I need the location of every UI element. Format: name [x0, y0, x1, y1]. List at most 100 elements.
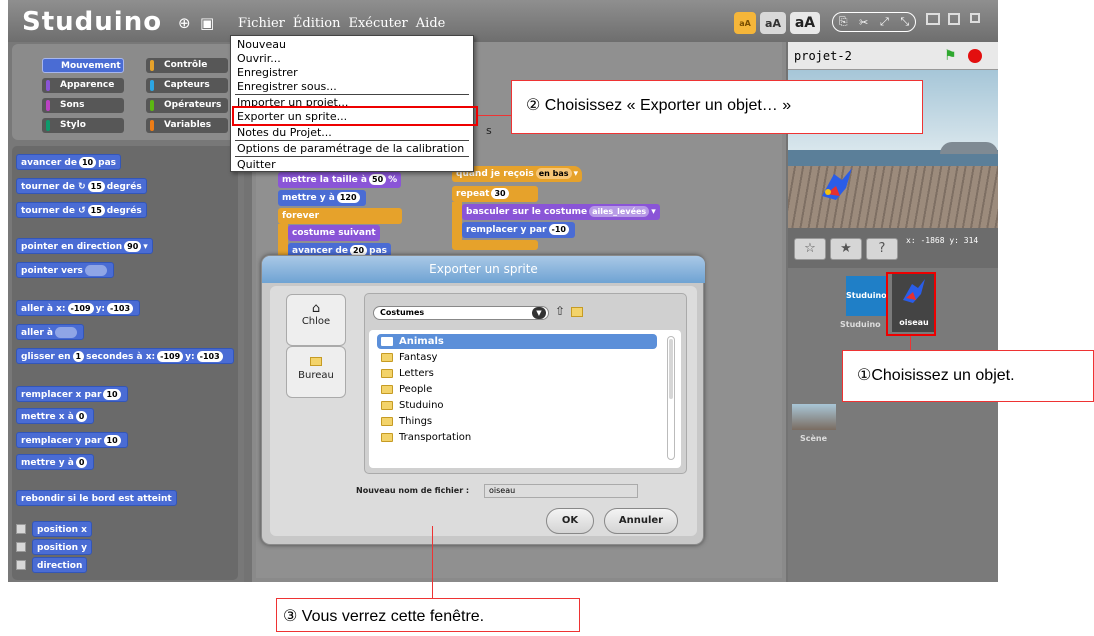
cancel-button[interactable]: Annuler	[604, 508, 678, 534]
category-apparence[interactable]: Apparence	[42, 78, 124, 93]
block-aller-xy[interactable]: aller à x: -109 y: -103	[16, 300, 141, 316]
medium-text-button[interactable]: aA	[760, 12, 786, 34]
block-aller-a[interactable]: aller à	[16, 324, 84, 340]
block-pointer-vers[interactable]: pointer vers	[16, 262, 114, 278]
save-icon[interactable]: ▣	[200, 14, 214, 32]
green-flag-icon[interactable]: ⚑	[944, 48, 957, 64]
view-full-icon[interactable]	[926, 13, 940, 25]
folder-icon	[381, 337, 393, 346]
menu-edition[interactable]: Édition	[293, 16, 341, 31]
list-scrollbar[interactable]	[667, 336, 675, 460]
small-text-button[interactable]: aA	[734, 12, 756, 34]
checkbox-position-y[interactable]	[16, 542, 26, 552]
block-remplacer-x[interactable]: remplacer x par 10	[16, 386, 128, 402]
stop-icon[interactable]	[968, 49, 982, 63]
callout-line-3	[432, 526, 433, 598]
home-icon: ⌂	[311, 301, 321, 316]
menu-item-quitter[interactable]: Quitter	[237, 158, 276, 171]
category-controle[interactable]: Contrôle	[146, 58, 228, 73]
block-remplacer-y[interactable]: remplacer y par 10	[16, 432, 128, 448]
folder-item[interactable]: Letters	[377, 366, 657, 381]
random-sprite-icon[interactable]: ?	[866, 238, 898, 260]
menu-aide[interactable]: Aide	[416, 16, 446, 31]
checkbox-direction[interactable]	[16, 560, 26, 570]
script-block-remplacer-y[interactable]: remplacer y par -10	[462, 222, 575, 238]
menu-item-enregistrer-sous[interactable]: Enregistrer sous...	[237, 80, 337, 93]
menu-executer[interactable]: Exécuter	[348, 16, 407, 31]
shortcut-home[interactable]: ⌂ Chloe	[286, 294, 346, 346]
menu-item-enregistrer[interactable]: Enregistrer	[237, 66, 298, 79]
script-block-forever[interactable]: forever	[278, 208, 402, 224]
menu-separator	[235, 140, 469, 141]
bird-sprite-icon[interactable]	[818, 166, 858, 206]
shortcut-home-label: Chloe	[301, 316, 331, 327]
block-glisser[interactable]: glisser en 1 secondes à x: -109 y: -103	[16, 348, 234, 364]
menu-bar: Fichier Édition Exécuter Aide	[238, 16, 445, 31]
folder-item[interactable]: People	[377, 382, 657, 397]
highlight-export-item	[232, 106, 478, 126]
callout-choose-sprite: ①Choisissez un objet.	[842, 350, 1094, 402]
category-operateurs[interactable]: Opérateurs	[146, 98, 228, 113]
scene-thumb[interactable]	[792, 404, 836, 430]
block-avancer[interactable]: avancer de 10 pas	[16, 154, 121, 170]
menu-fichier[interactable]: Fichier	[238, 16, 285, 31]
reporter-position-x[interactable]: position x	[32, 521, 92, 537]
large-text-button[interactable]: aA	[790, 12, 820, 34]
category-stylo[interactable]: Stylo	[42, 118, 124, 133]
folder-item[interactable]: Things	[377, 414, 657, 429]
mouse-coords: x: -1868 y: 314	[906, 236, 979, 245]
block-mettre-y[interactable]: mettre y à0	[16, 454, 95, 470]
forever-arm	[278, 224, 288, 258]
checkbox-position-x[interactable]	[16, 524, 26, 534]
scrollbar-thumb[interactable]	[669, 339, 673, 399]
script-block-taille[interactable]: mettre la taille à 50%	[278, 172, 402, 188]
script-block-basculer[interactable]: basculer sur le costume ailes_levées ▾	[462, 204, 660, 220]
folder-icon	[381, 417, 393, 426]
globe-icon[interactable]: ⊕	[178, 14, 191, 32]
menu-item-ouvrir[interactable]: Ouvrir...	[237, 52, 281, 65]
reporter-direction[interactable]: direction	[32, 557, 88, 573]
block-pointer-direction[interactable]: pointer en direction 90 ▾	[16, 238, 153, 254]
grow-icon[interactable]: ⤢	[880, 15, 889, 29]
block-tourner-droite[interactable]: tourner de ↻ 15 degrés	[16, 178, 147, 194]
reporter-position-y[interactable]: position y	[32, 539, 93, 555]
block-mettre-x[interactable]: mettre x à0	[16, 408, 95, 424]
script-block-repeat[interactable]: repeat 30	[452, 186, 538, 202]
category-capteurs[interactable]: Capteurs	[146, 78, 228, 93]
menu-item-nouveau[interactable]: Nouveau	[237, 38, 286, 51]
shortcut-desktop[interactable]: Bureau	[286, 346, 346, 398]
view-small-icon[interactable]	[948, 13, 960, 25]
up-folder-icon[interactable]: ⇧	[555, 304, 565, 318]
block-tourner-gauche[interactable]: tourner de ↺ 15 degrés	[16, 202, 147, 218]
callout-window: ③ Vous verrez cette fenêtre.	[276, 598, 580, 632]
app-logo: Studuino	[22, 7, 163, 37]
folder-item[interactable]: Fantasy	[377, 350, 657, 365]
file-menu: Nouveau Ouvrir... Enregistrer Enregistre…	[230, 35, 474, 172]
studuino-sprite-thumb[interactable]: Studuino	[846, 276, 887, 316]
category-mouvement[interactable]: Mouvement	[42, 58, 124, 73]
script-block-costume-suivant[interactable]: costume suivant	[288, 225, 380, 241]
filename-label: Nouveau nom de fichier :	[356, 486, 470, 495]
shortcut-desktop-label: Bureau	[298, 370, 334, 381]
category-variables[interactable]: Variables	[146, 118, 228, 133]
view-present-icon[interactable]	[970, 13, 980, 23]
new-folder-icon[interactable]	[571, 307, 583, 317]
sprite-buttons: ☆ ★ ?	[794, 238, 904, 262]
paint-sprite-icon[interactable]: ☆	[794, 238, 826, 260]
script-block-mettre-y[interactable]: mettre y à 120	[278, 190, 366, 206]
block-rebondir[interactable]: rebondir si le bord est atteint	[16, 490, 177, 506]
stamp-icon[interactable]: ⎘	[839, 15, 848, 29]
scissors-icon[interactable]: ✂	[859, 16, 868, 29]
folder-dropdown[interactable]: Costumes ▼	[373, 306, 549, 320]
folder-item[interactable]: Transportation	[377, 430, 657, 445]
shrink-icon[interactable]: ⤡	[900, 15, 909, 29]
category-sons[interactable]: Sons	[42, 98, 124, 113]
choose-sprite-icon[interactable]: ★	[830, 238, 862, 260]
filename-input[interactable]: oiseau	[484, 484, 638, 498]
folder-item[interactable]: Animals	[377, 334, 657, 349]
menu-item-notes[interactable]: Notes du Projet...	[237, 126, 332, 139]
menu-item-calibration[interactable]: Options de paramétrage de la calibration	[237, 142, 464, 155]
folder-item[interactable]: Studuino	[377, 398, 657, 413]
ok-button[interactable]: OK	[546, 508, 594, 534]
folder-list: Animals Fantasy Letters People Studuino …	[369, 330, 681, 468]
